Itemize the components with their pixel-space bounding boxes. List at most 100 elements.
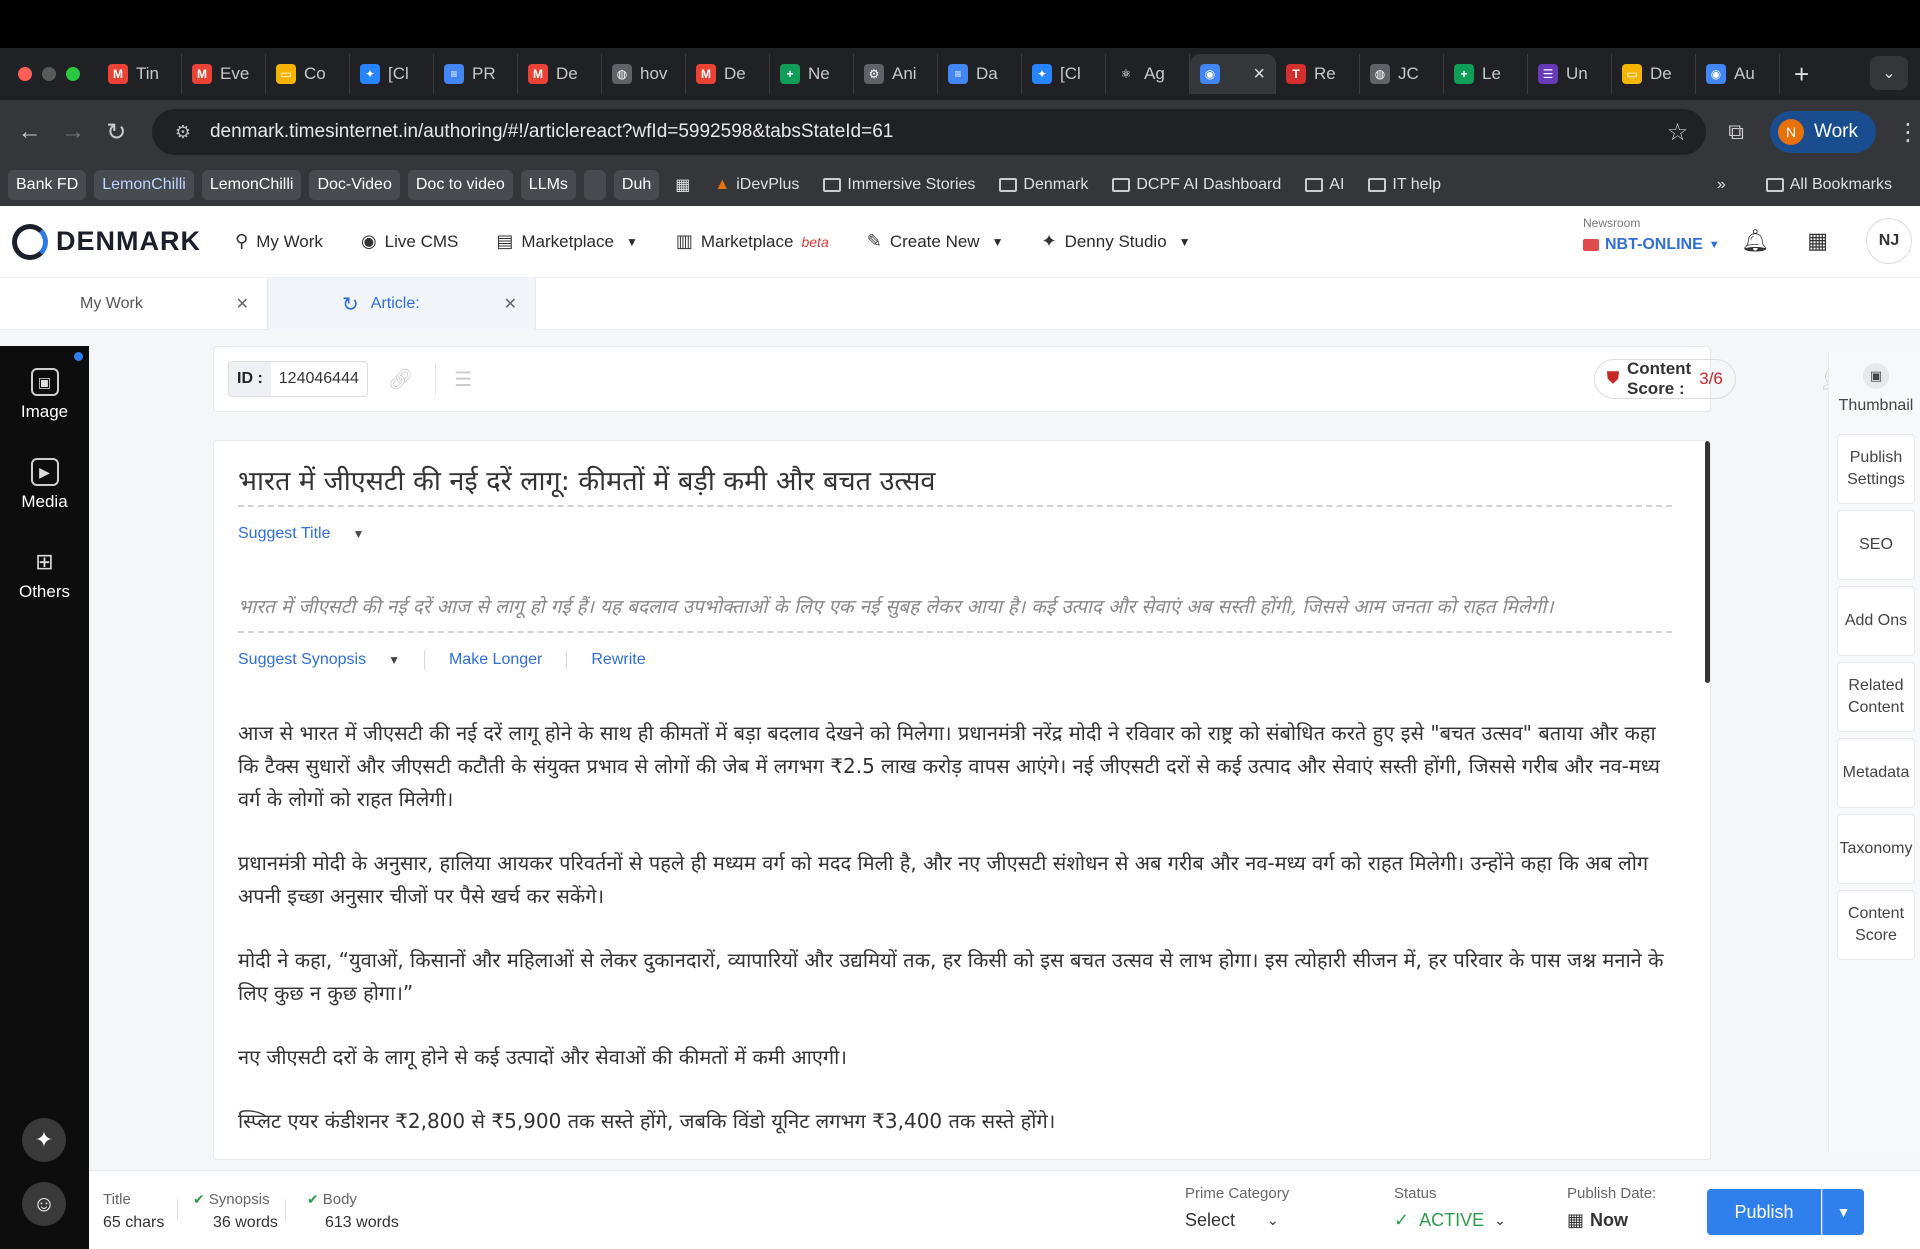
newsroom-selector[interactable]: Newsroom NBT-ONLINE ▼: [1583, 216, 1720, 254]
tab-search-button[interactable]: ⌄: [1870, 56, 1908, 90]
link-icon[interactable]: 🔗︎: [388, 367, 413, 392]
browser-tab[interactable]: ✦ [Cl: [1022, 54, 1106, 94]
browser-tab[interactable]: M Tin: [98, 54, 182, 94]
assistant-icon[interactable]: ☺: [22, 1182, 66, 1226]
browser-tab[interactable]: M De: [518, 54, 602, 94]
bookmark-doc-to-video[interactable]: Doc to video: [407, 170, 513, 200]
tab-my-work[interactable]: My Work ✕: [0, 278, 268, 330]
denmark-logo[interactable]: DENMARK: [12, 223, 201, 260]
browser-tab[interactable]: ◍ JC: [1360, 54, 1444, 94]
url-input[interactable]: ⚙ denmark.timesinternet.in/authoring/#!/…: [151, 109, 1707, 155]
bookmark-lemonchilli-2[interactable]: LemonChilli: [201, 170, 302, 200]
publish-date[interactable]: Publish Date: ▦ Now: [1567, 1185, 1656, 1231]
profile-button[interactable]: N Work: [1770, 111, 1876, 153]
bookmark-folder-it-help[interactable]: IT help: [1360, 170, 1449, 200]
extensions-icon[interactable]: ⧉: [1728, 119, 1744, 145]
panel-taxonomy[interactable]: Taxonomy: [1837, 814, 1915, 884]
rail-media[interactable]: ▶ Media: [0, 458, 89, 512]
new-tab-button[interactable]: +: [1794, 59, 1809, 90]
bookmark-bank-fd[interactable]: Bank FD: [8, 170, 87, 200]
browser-tab[interactable]: ◉ Au: [1696, 54, 1780, 94]
bookmark-duh[interactable]: Duh: [613, 170, 660, 200]
maximize-window-button[interactable]: [66, 67, 80, 81]
make-longer-button[interactable]: Make Longer: [449, 651, 542, 669]
close-icon[interactable]: ✕: [236, 294, 249, 314]
back-icon[interactable]: ←: [8, 118, 51, 146]
more-bookmarks-button[interactable]: »: [1709, 170, 1734, 200]
browser-tab[interactable]: M Eve: [182, 54, 266, 94]
panel-publish-settings[interactable]: Publish Settings: [1837, 434, 1915, 504]
browser-tab[interactable]: ≡ Da: [938, 54, 1022, 94]
browser-tab[interactable]: + Ne: [770, 54, 854, 94]
close-icon[interactable]: ×: [1253, 63, 1265, 86]
panel-add-ons[interactable]: Add Ons: [1837, 586, 1915, 656]
editor-scrollbar[interactable]: [1705, 441, 1710, 683]
nav-marketplace[interactable]: ▤ Marketplace ▼: [496, 231, 638, 252]
content-score-badge[interactable]: ⛊ Content Score : 3/6: [1594, 359, 1736, 399]
bookmark-folder-ai[interactable]: AI: [1297, 170, 1352, 200]
browser-tab[interactable]: ◍ hov: [602, 54, 686, 94]
panel-content-score[interactable]: Content Score: [1837, 890, 1915, 960]
rail-image[interactable]: ▣ Image: [0, 368, 89, 422]
article-title-input[interactable]: भारत में जीएसटी की नई दरें लागू: कीमतों …: [238, 461, 935, 498]
browser-tab[interactable]: + Le: [1444, 54, 1528, 94]
bookmark-folder-immersive-stories[interactable]: Immersive Stories: [815, 170, 983, 200]
ai-sparkle-button[interactable]: ✦: [22, 1118, 66, 1162]
suggest-title-button[interactable]: Suggest Title ▼: [238, 525, 364, 543]
article-body[interactable]: आज से भारत में जीएसटी की नई दरें लागू हो…: [238, 717, 1672, 1159]
comments-icon[interactable]: ☰: [454, 367, 472, 392]
nav-my-work[interactable]: ⚲ My Work: [235, 231, 323, 252]
forward-icon[interactable]: →: [51, 118, 94, 146]
browser-tab[interactable]: ◉ ×: [1190, 54, 1276, 94]
panel-metadata[interactable]: Metadata: [1837, 738, 1915, 808]
nav-marketplace-beta[interactable]: ▥ Marketplace beta: [676, 231, 829, 252]
all-bookmarks-button[interactable]: All Bookmarks: [1758, 170, 1900, 200]
bookmark-blank[interactable]: [583, 170, 606, 200]
publish-options-button[interactable]: ▼: [1822, 1189, 1864, 1235]
nav-live-cms[interactable]: ◉ Live CMS: [361, 231, 458, 252]
tab-article[interactable]: ↻ Article: ✕: [268, 278, 536, 330]
rail-others[interactable]: ⊞ Others: [0, 548, 89, 602]
publish-button[interactable]: Publish: [1707, 1189, 1821, 1235]
chevron-down-icon[interactable]: ▼: [353, 527, 365, 541]
nav-denny-studio[interactable]: ✦ Denny Studio ▼: [1041, 231, 1190, 252]
suggest-synopsis-button[interactable]: Suggest Synopsis: [238, 651, 366, 669]
bookmark-idevplus[interactable]: ▲ iDevPlus: [706, 170, 807, 200]
panel-thumbnail[interactable]: ▣ Thumbnail: [1837, 356, 1915, 424]
bookmark-folder-denmark[interactable]: Denmark: [991, 170, 1096, 200]
close-window-button[interactable]: [18, 67, 32, 81]
browser-tab[interactable]: M De: [686, 54, 770, 94]
apps-grid-icon[interactable]: ▦: [1807, 228, 1828, 254]
browser-tab[interactable]: ≡ PR: [434, 54, 518, 94]
refresh-icon[interactable]: ↻: [342, 292, 359, 317]
browser-tab[interactable]: ⚛ Ag: [1106, 54, 1190, 94]
rewrite-button[interactable]: Rewrite: [591, 651, 645, 669]
browser-menu-icon[interactable]: ⋮: [1896, 118, 1920, 147]
browser-tab[interactable]: ⚙ Ani: [854, 54, 938, 94]
nav-create-new[interactable]: ✎ Create New ▼: [867, 231, 1004, 252]
prime-category-select[interactable]: Prime Category Select ⌄: [1185, 1185, 1289, 1231]
bookmark-folder-dcpf[interactable]: DCPF AI Dashboard: [1104, 170, 1289, 200]
apps-grid-icon[interactable]: ▦: [667, 170, 698, 200]
close-icon[interactable]: ✕: [504, 294, 517, 314]
browser-tab[interactable]: ☰ Un: [1528, 54, 1612, 94]
reload-icon[interactable]: ↻: [95, 118, 138, 147]
status-select[interactable]: Status ✓ ACTIVE ⌄: [1394, 1185, 1506, 1231]
bookmark-star-icon[interactable]: ☆: [1667, 118, 1689, 147]
widgets-icon: ⊞: [35, 549, 54, 574]
browser-tab[interactable]: ▭ Co: [266, 54, 350, 94]
panel-seo[interactable]: SEO: [1837, 510, 1915, 580]
synopsis-input[interactable]: भारत में जीएसटी की नई दरें आज से लागू हो…: [238, 593, 1553, 619]
bookmark-llms[interactable]: LLMs: [520, 170, 576, 200]
bookmark-lemonchilli-1[interactable]: LemonChilli: [94, 170, 194, 200]
browser-tab[interactable]: T Re: [1276, 54, 1360, 94]
panel-related-content[interactable]: Related Content: [1837, 662, 1915, 732]
bell-icon[interactable]: 🔔︎: [1741, 228, 1769, 254]
user-avatar[interactable]: NJ: [1866, 218, 1912, 264]
bookmark-doc-video[interactable]: Doc-Video: [309, 170, 400, 200]
chevron-down-icon[interactable]: ▼: [388, 653, 400, 667]
minimize-window-button[interactable]: [42, 67, 56, 81]
browser-tab[interactable]: ✦ [Cl: [350, 54, 434, 94]
browser-tab[interactable]: ▭ De: [1612, 54, 1696, 94]
site-settings-icon[interactable]: ⚙: [168, 117, 198, 147]
